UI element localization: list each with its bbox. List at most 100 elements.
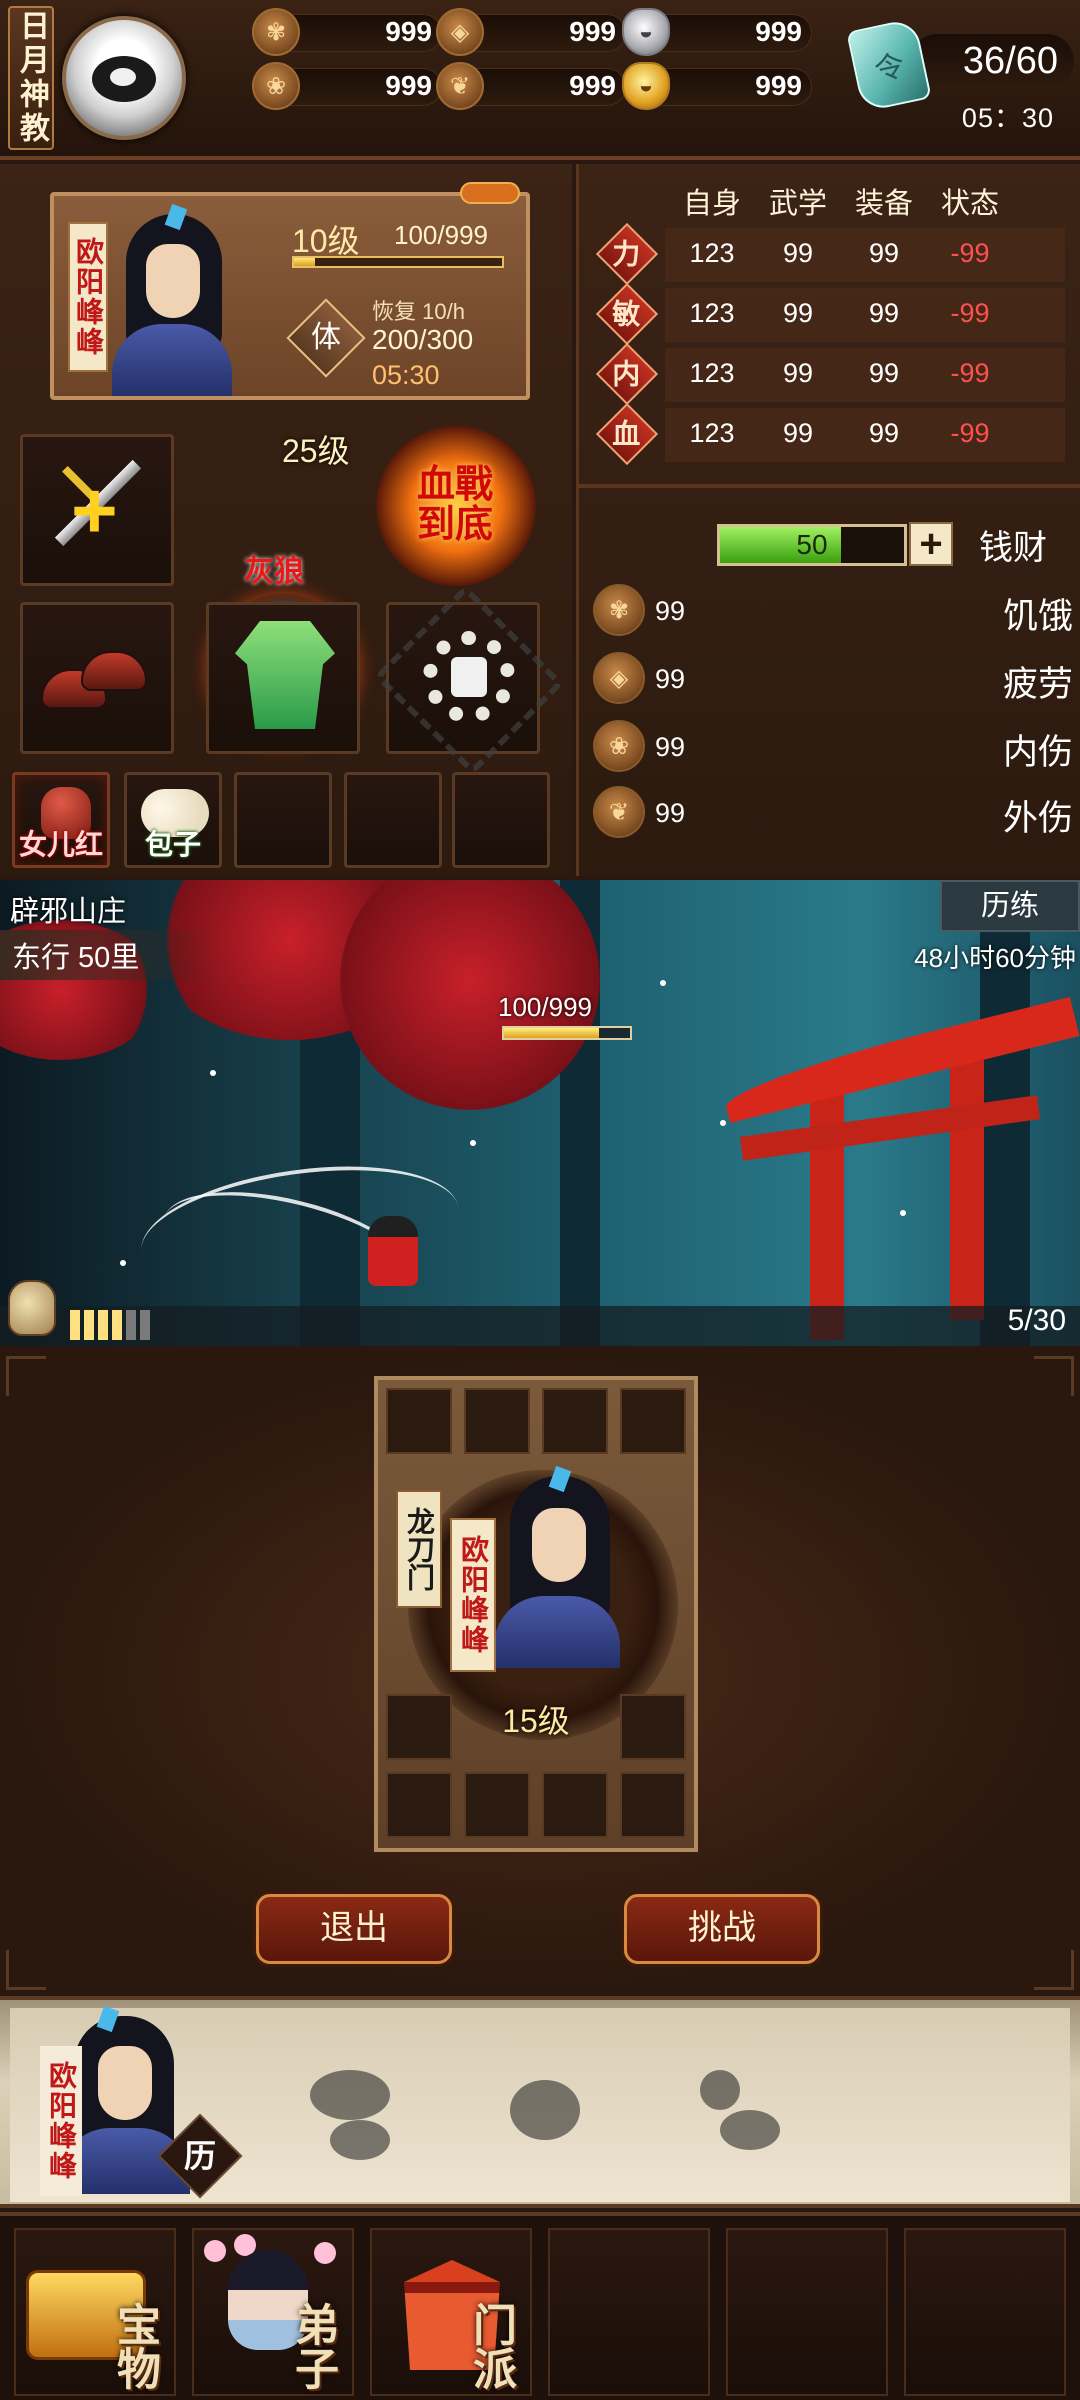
loot-bag-icon[interactable] [8,1280,56,1336]
formation-slot[interactable] [386,1388,452,1454]
stats-panel: 自身 武学 装备 状态 力 123 99 99 -99 敏 123 99 99 -99 内 … [576,164,1080,876]
ink-fighter [330,2120,390,2160]
item-slot-empty[interactable] [234,772,332,868]
pet-name: 灰狼 [244,554,304,589]
character-card[interactable]: 欧阳峰峰 10级 100/999 体 恢复 10/h 200/300 05:30 [50,182,530,400]
battle-scene[interactable]: 辟邪山庄 东行 50里 历练 48小时60分钟 100/999 5/30 [0,880,1080,1346]
formation-board: 龙刀门 欧阳峰峰 15级 [374,1376,698,1852]
blood-icon: 血 [595,402,659,466]
nav-disciples[interactable]: 弟子 [192,2228,354,2396]
nav-treasure[interactable]: 宝物 [14,2228,176,2396]
formation-slot[interactable] [542,1388,608,1454]
stat-row-strength: 力 123 99 99 -99 [595,222,1075,286]
resource-value: 999 [385,16,432,47]
progress-segment [70,1310,80,1340]
silver-ingot-icon: ◒ [622,8,670,56]
formation-slot[interactable] [464,1772,530,1838]
resource-leaf-coin[interactable]: ❦ 999 [436,62,626,110]
condition-label: 疲劳 [1002,665,1073,704]
resource-herb[interactable]: ❀ 999 [252,62,442,110]
leaf-coin-icon: ❦ [593,786,645,838]
progress-segment [140,1310,150,1340]
formation-slot[interactable] [620,1388,686,1454]
upgrade-plus-icon: + [71,466,118,555]
boots-slot[interactable] [20,602,174,754]
resource-gold[interactable]: ◒ 999 [622,62,812,110]
condition-external-injury[interactable]: ❦ 99 外伤 [593,786,1073,842]
stamina-value: 200/300 [372,324,474,355]
hero-name: 欧阳峰峰 [68,222,108,372]
item-slot-empty[interactable] [344,772,442,868]
energy-counter[interactable]: 令 36/60 05：30 [846,17,1074,134]
item-slot-buns[interactable]: 包子 [124,772,222,868]
enemy-hp-bar [502,1026,632,1040]
opponent-portrait[interactable] [490,1465,620,1676]
resource-value: 999 [569,70,616,101]
condition-fatigue[interactable]: ◈ 99 疲劳 [593,652,1073,708]
stat-row-agility: 敏 123 99 99 -99 [595,282,1075,346]
stats-header: 自身 武学 装备 状态 [669,180,1069,222]
trial-button[interactable]: 历练 [940,880,1080,932]
energy-count: 36/60 [962,40,1058,82]
cloud-ornament-icon [460,182,520,204]
item-slot-wine[interactable]: 女儿红 [12,772,110,868]
item-slot-empty[interactable] [452,772,550,868]
progress-segment [98,1310,108,1340]
lock-icon [451,657,487,697]
hero-sprite [368,1216,418,1286]
stats-header-status: 状态 [940,188,999,220]
stamina-recover-rate: 恢复 10/h [372,299,465,324]
corner-ornament [1034,1356,1074,1396]
formation-slot[interactable] [620,1772,686,1838]
formation-slot[interactable] [386,1772,452,1838]
sect-name-badge[interactable]: 日月神教 [8,6,54,150]
travel-distance: 东行 50里 [0,930,220,980]
condition-hunger[interactable]: ✾ 99 饥饿 [593,584,1073,640]
resource-value: 999 [755,16,802,47]
grain-icon: ✾ [252,8,300,56]
nav-empty-slot[interactable] [904,2228,1066,2396]
ink-fighter [700,2070,740,2110]
nav-empty-slot[interactable] [548,2228,710,2396]
boots-icon [41,651,151,715]
opponent-name: 欧阳峰峰 [450,1518,496,1672]
opponent-level: 15级 [502,1703,570,1739]
condition-value: 99 [655,596,686,626]
character-panel: 欧阳峰峰 10级 100/999 体 恢复 10/h 200/300 05:30… [0,164,572,876]
leaf-coin-icon: ❦ [436,62,484,110]
add-money-button[interactable]: + [909,522,953,566]
nav-label: 宝物 [109,2302,160,2390]
trial-hero-name: 欧阳峰峰 [40,2046,82,2196]
stats-header-equip: 装备 [854,188,913,220]
armor-slot[interactable] [206,602,360,754]
weapon-slot[interactable]: + [20,434,174,586]
ink-fighter [510,2080,580,2140]
resource-fatigue-coin[interactable]: ◈ 999 [436,8,626,56]
exit-button[interactable]: 退出 [256,1894,452,1964]
location-name: 辟邪山庄 [10,896,127,928]
inner-power-icon: 内 [595,342,659,406]
wave-counter: 5/30 [1007,1304,1066,1337]
resource-grain[interactable]: ✾ 999 [252,8,442,56]
scene-progress-strip [0,1306,1080,1346]
formation-slot[interactable] [542,1772,608,1838]
corner-ornament [1034,1950,1074,1990]
resource-silver[interactable]: ◒ 999 [622,8,812,56]
challenge-button[interactable]: 挑战 [624,1894,820,1964]
trial-strip[interactable]: 欧阳峰峰 历 [0,1996,1080,2208]
accessory-slot-locked[interactable] [373,584,565,776]
condition-internal-injury[interactable]: ❀ 99 内伤 [593,720,1073,776]
progress-segment [84,1310,94,1340]
grain-icon: ✾ [593,584,645,636]
condition-value: 99 [655,798,686,828]
stats-header-self: 自身 [682,188,741,220]
sect-emblem-icon[interactable] [62,16,186,140]
nav-sect[interactable]: 门派 [370,2228,532,2396]
progress-segment [112,1310,122,1340]
nav-empty-slot[interactable] [726,2228,888,2396]
ink-fighter [310,2070,390,2120]
strength-icon: 力 [595,222,659,286]
formation-slot[interactable] [464,1388,530,1454]
bottom-nav: 宝物 弟子 门派 [0,2212,1080,2400]
hero-portrait [112,203,232,396]
